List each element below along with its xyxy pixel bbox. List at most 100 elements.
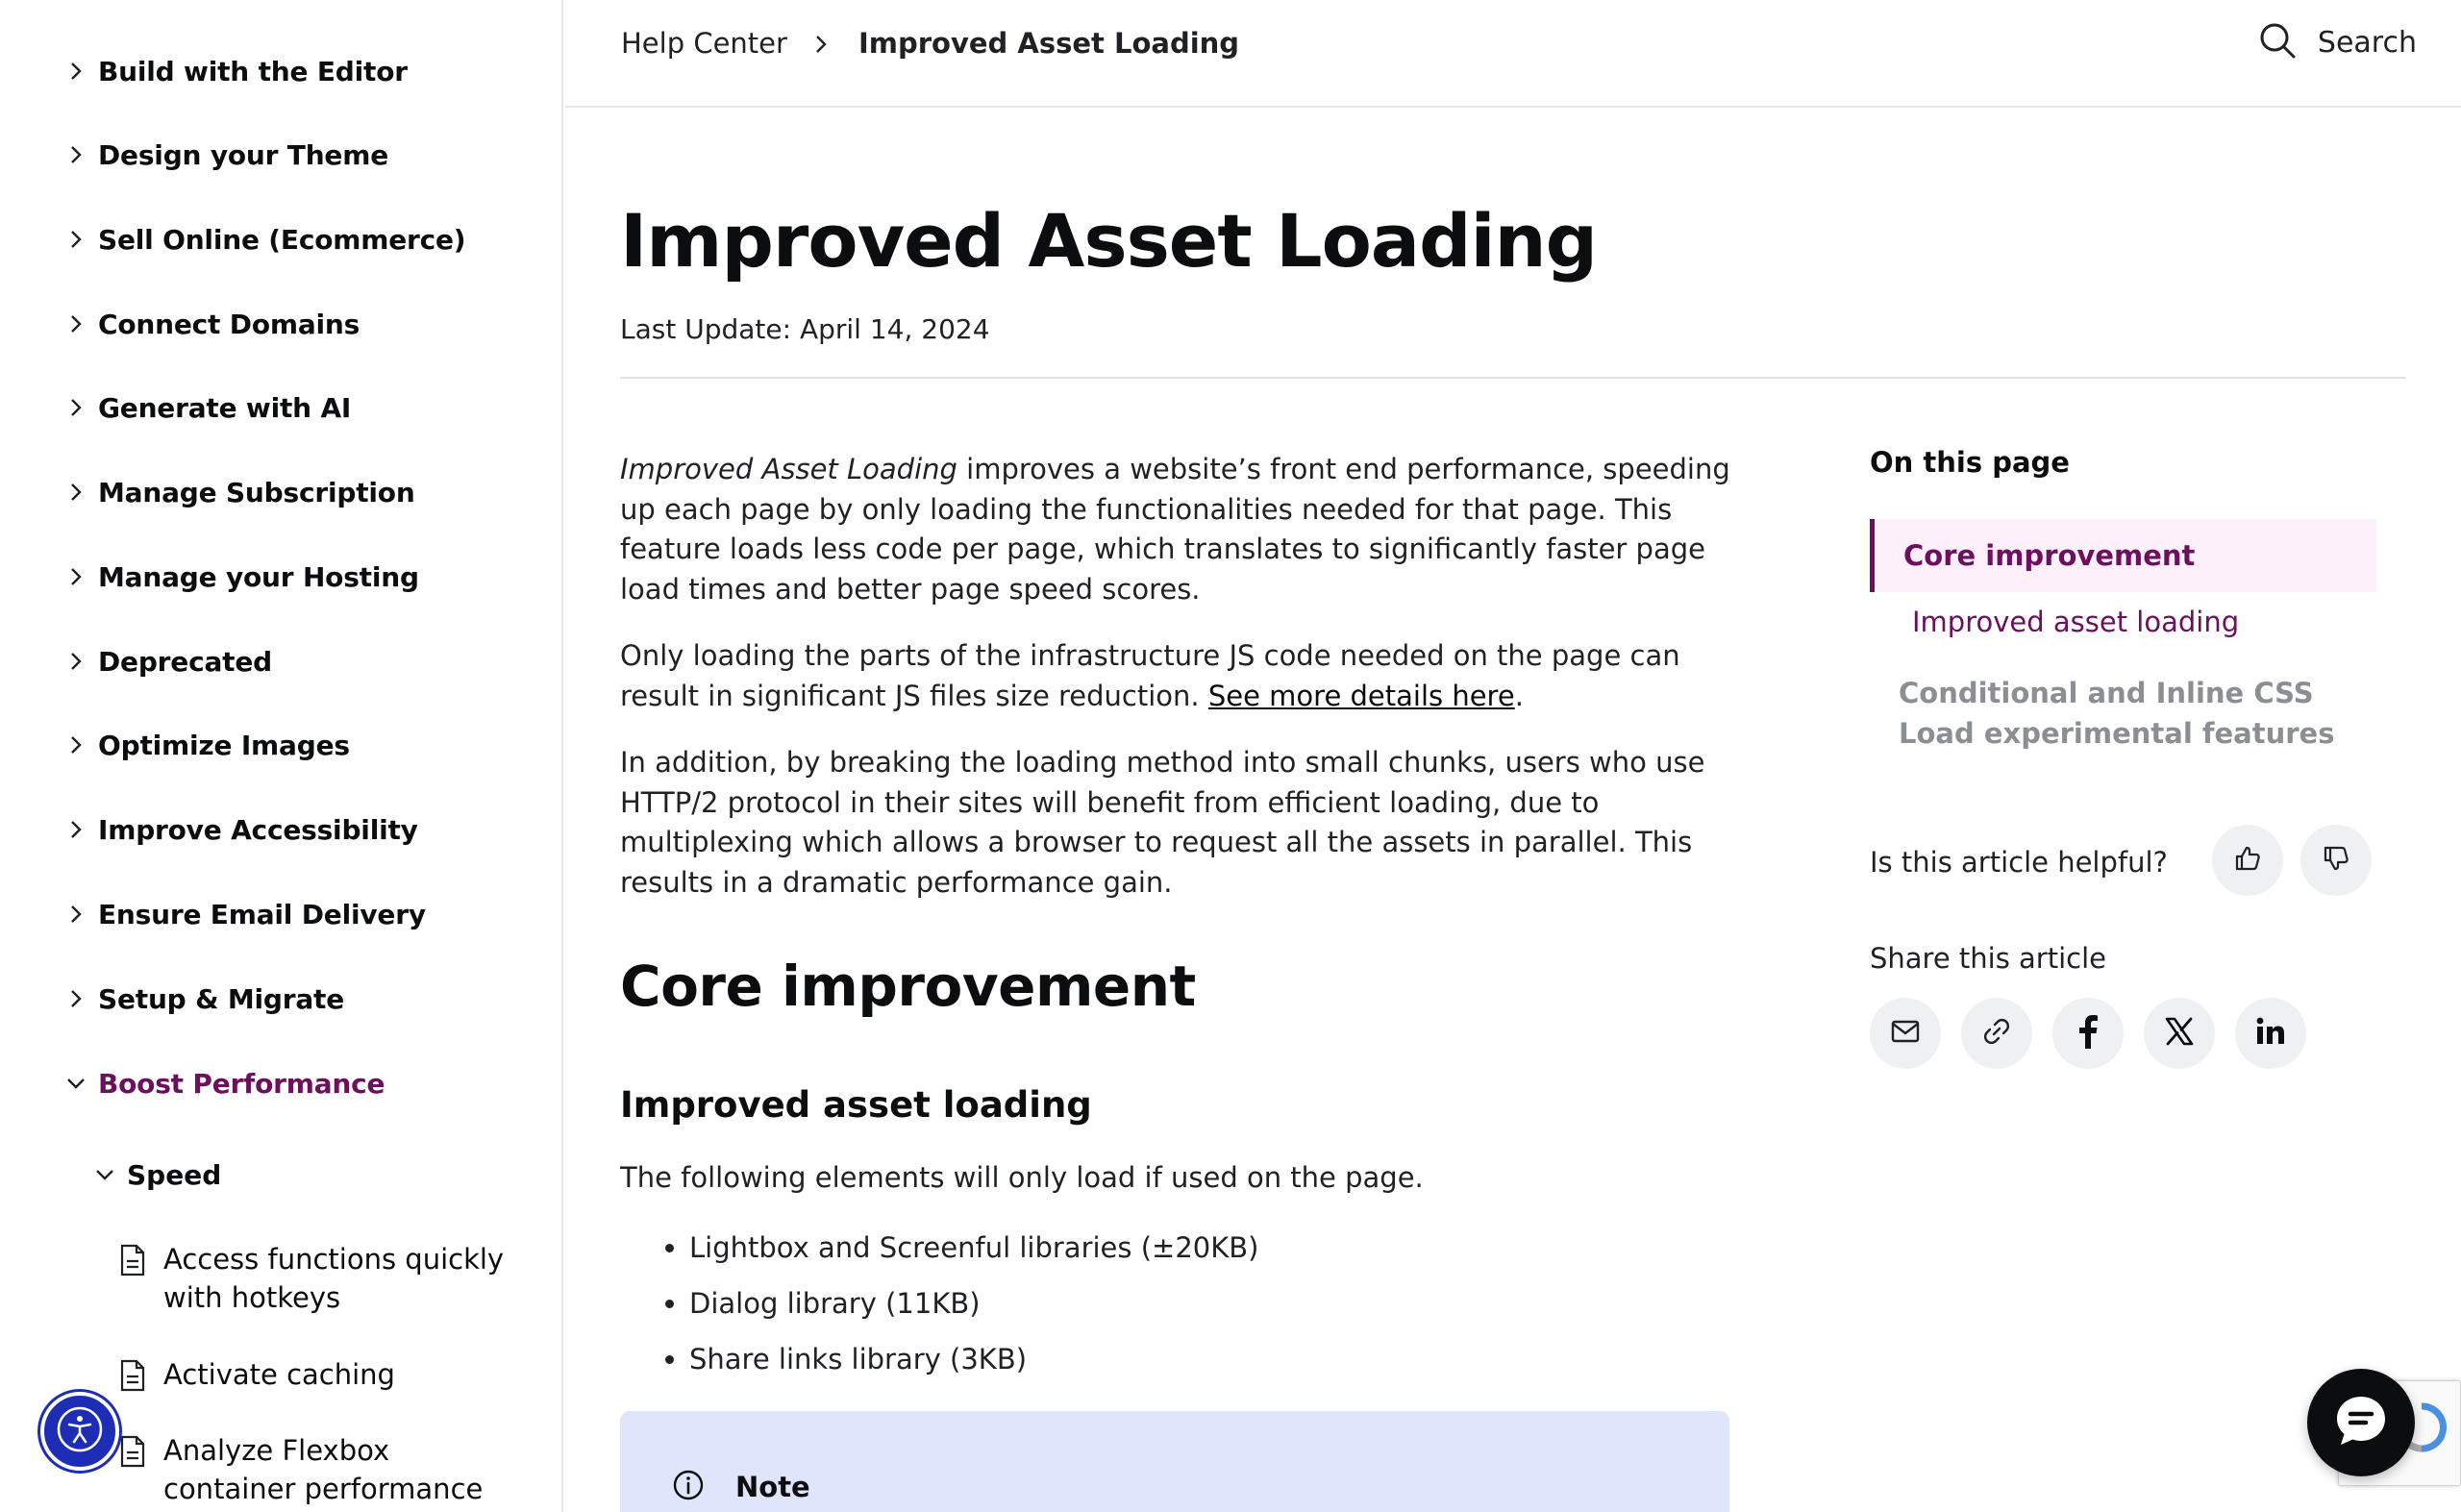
toc-item-label: Core improvement <box>1903 539 2196 572</box>
toc-item-conditional-css[interactable]: Conditional and Inline CSS Load experime… <box>1899 673 2370 754</box>
sidebar-item-label: Generate with AI <box>98 391 352 424</box>
chevron-right-icon <box>65 397 87 418</box>
sidebar-item-manage-hosting[interactable]: Manage your Hosting <box>65 558 419 596</box>
search-button[interactable]: Search <box>2258 21 2417 63</box>
on-this-page-title: On this page <box>1870 446 2070 479</box>
share-email-button[interactable] <box>1870 998 1941 1069</box>
intro-paragraph: Improved Asset Loading improves a websit… <box>620 450 1735 609</box>
breadcrumb: Help Center Improved Asset Loading <box>621 23 1239 63</box>
chevron-right-icon <box>65 651 87 672</box>
search-icon <box>2258 21 2297 63</box>
chevron-right-icon <box>65 819 87 840</box>
sidebar-article-flexbox[interactable]: Analyze Flexbox container performance <box>119 1431 523 1508</box>
sidebar-subsection-speed[interactable]: Speed <box>94 1155 221 1194</box>
share-copy-link-button[interactable] <box>1961 998 2032 1069</box>
linkedin-icon <box>2255 1016 2286 1051</box>
facebook-icon <box>2077 1014 2099 1053</box>
heading-core-improvement: Core improvement <box>620 954 1196 1019</box>
sidebar-item-sell-online[interactable]: Sell Online (Ecommerce) <box>65 220 466 259</box>
document-icon <box>119 1359 148 1392</box>
sidebar-item-email-delivery[interactable]: Ensure Email Delivery <box>65 895 426 933</box>
email-icon <box>1890 1019 1921 1048</box>
top-header: Help Center Improved Asset Loading Searc… <box>565 0 2461 108</box>
sidebar-item-label: Ensure Email Delivery <box>98 898 426 930</box>
sidebar-item-connect-domains[interactable]: Connect Domains <box>65 305 360 343</box>
x-icon <box>2164 1016 2195 1051</box>
heading-improved-asset-loading: Improved asset loading <box>620 1084 1092 1126</box>
search-label: Search <box>2317 25 2417 60</box>
sidebar-item-label: Optimize Images <box>98 729 350 761</box>
sidebar-item-label: Improve Accessibility <box>98 813 418 846</box>
sidebar-item-build-with-editor[interactable]: Build with the Editor <box>65 52 408 90</box>
document-icon <box>119 1244 148 1277</box>
toc-item-core-improvement[interactable]: Core improvement <box>1870 519 2376 592</box>
list-item: Share links library (3KB) <box>689 1340 1258 1396</box>
chevron-right-icon <box>65 734 87 756</box>
helpful-question: Is this article helpful? <box>1870 846 2168 879</box>
sidebar-item-optimize-images[interactable]: Optimize Images <box>65 726 350 764</box>
chevron-right-icon <box>65 61 87 82</box>
chevron-down-icon <box>94 1164 115 1185</box>
sidebar-item-deprecated[interactable]: Deprecated <box>65 642 272 681</box>
sidebar-item-improve-accessibility[interactable]: Improve Accessibility <box>65 810 418 849</box>
sidebar-item-label: Connect Domains <box>98 308 360 340</box>
sidebar-item-label: Sell Online (Ecommerce) <box>98 223 466 256</box>
share-linkedin-button[interactable] <box>2235 998 2306 1069</box>
chevron-right-icon <box>65 988 87 1009</box>
chat-bubble-icon <box>2331 1391 2391 1454</box>
thumbs-up-icon <box>2233 844 2262 877</box>
following-text: The following elements will only load if… <box>620 1161 1424 1194</box>
sidebar-item-label: Build with the Editor <box>98 55 408 87</box>
sidebar-item-label: Boost Performance <box>98 1067 385 1100</box>
thumbs-down-icon <box>2322 844 2350 877</box>
chevron-right-icon <box>65 482 87 503</box>
sidebar-item-label: Design your Theme <box>98 138 388 171</box>
chevron-right-icon <box>65 313 87 335</box>
sidebar-item-setup-migrate[interactable]: Setup & Migrate <box>65 979 344 1018</box>
chevron-right-icon <box>65 144 87 165</box>
http2-paragraph: In addition, by breaking the loading met… <box>620 746 1705 899</box>
sidebar-item-label: Deprecated <box>98 645 272 678</box>
sidebar-item-boost-performance[interactable]: Boost Performance <box>65 1064 385 1103</box>
sidebar-article-caching[interactable]: Activate caching <box>119 1355 523 1394</box>
sidebar-item-label: Setup & Migrate <box>98 982 345 1015</box>
divider <box>620 377 2405 379</box>
accessibility-icon <box>55 1404 105 1458</box>
thumbs-down-button[interactable] <box>2300 825 2372 896</box>
library-list: Lightbox and Screenful libraries (±20KB)… <box>689 1228 1258 1396</box>
sidebar-item-generate-ai[interactable]: Generate with AI <box>65 388 351 427</box>
intro-emphasis: Improved Asset Loading <box>620 453 957 485</box>
share-facebook-button[interactable] <box>2052 998 2124 1069</box>
share-title: Share this article <box>1870 942 2107 975</box>
chevron-right-icon <box>65 566 87 587</box>
js-text-end: . <box>1514 679 1524 712</box>
chevron-right-icon <box>814 34 833 53</box>
list-item: Dialog library (11KB) <box>689 1284 1258 1340</box>
note-label: Note <box>735 1471 810 1503</box>
breadcrumb-help-center[interactable]: Help Center <box>621 27 787 60</box>
chat-support-button[interactable] <box>2307 1369 2415 1476</box>
sidebar-item-design-theme[interactable]: Design your Theme <box>65 136 388 174</box>
sidebar-article-label: Activate caching <box>163 1358 395 1391</box>
sidebar-item-label: Manage Subscription <box>98 476 415 508</box>
toc-item-improved-asset-loading[interactable]: Improved asset loading <box>1912 606 2239 638</box>
sidebar-subsection-label: Speed <box>127 1158 222 1191</box>
document-icon <box>119 1435 148 1468</box>
accessibility-button[interactable] <box>40 1392 119 1471</box>
share-x-button[interactable] <box>2144 998 2215 1069</box>
thumbs-up-button[interactable] <box>2212 825 2283 896</box>
note-callout: Note <box>620 1411 1729 1512</box>
sidebar-article-hotkeys[interactable]: Access functions quickly with hotkeys <box>119 1240 523 1317</box>
chevron-right-icon <box>65 229 87 250</box>
sidebar-article-label: Access functions quickly with hotkeys <box>163 1243 505 1314</box>
js-paragraph: Only loading the parts of the infrastruc… <box>620 636 1735 716</box>
last-update: Last Update: April 14, 2024 <box>620 313 990 345</box>
info-icon <box>672 1469 705 1501</box>
sidebar-item-label: Manage your Hosting <box>98 560 419 593</box>
see-more-details-link[interactable]: See more details here <box>1208 680 1515 712</box>
breadcrumb-current: Improved Asset Loading <box>858 27 1240 60</box>
chevron-right-icon <box>65 904 87 925</box>
sidebar-nav: Build with the Editor Design your Theme … <box>0 0 563 1512</box>
sidebar-article-label: Analyze Flexbox container performance <box>163 1434 484 1505</box>
sidebar-item-manage-subscription[interactable]: Manage Subscription <box>65 473 415 511</box>
